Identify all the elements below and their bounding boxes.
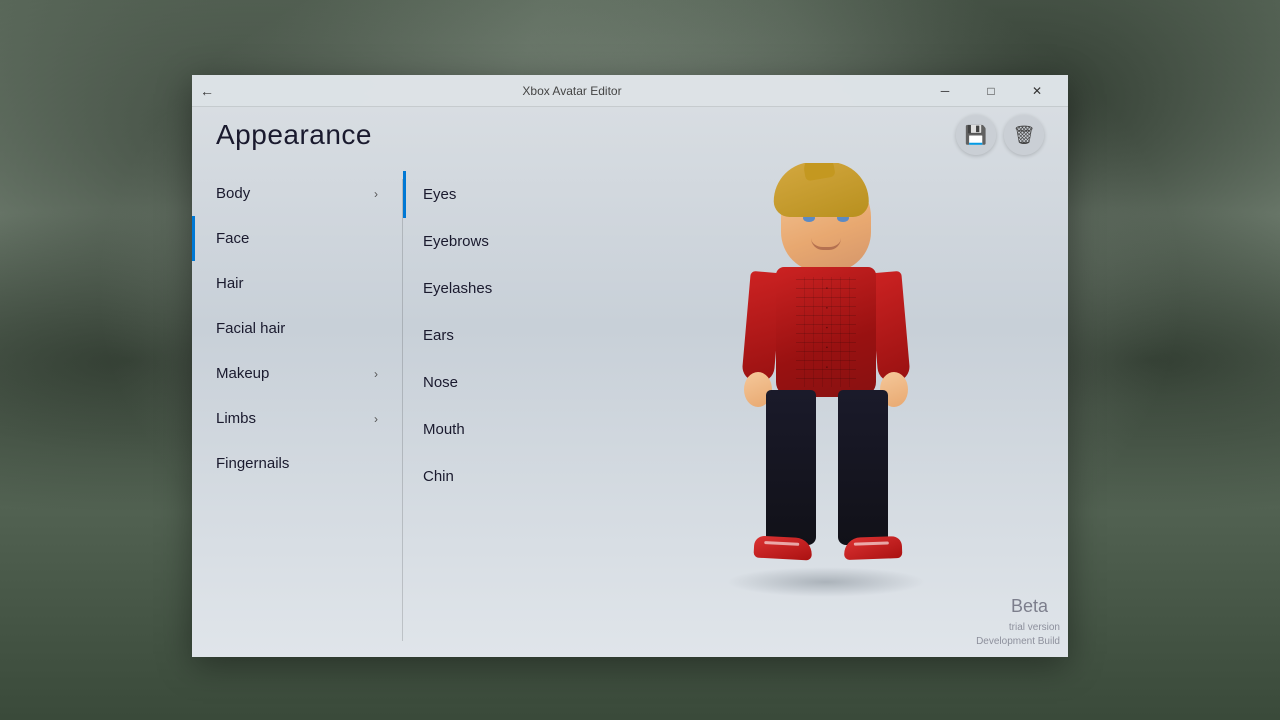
main-area: Body › Face Hair Facial hair Makeup › Li [192,163,1068,657]
submenu-item-label: Nose [423,374,458,391]
beta-label: Beta [1011,596,1048,617]
submenu-item-label: Ears [423,327,454,344]
submenu-item-chin[interactable]: Chin [403,453,583,500]
app-header: Appearance 💾 🗑 [192,107,1068,163]
avatar-preview: Beta trial version Development Build [583,163,1068,657]
sidebar-item-label: Makeup [216,365,269,382]
sidebar-item-fingernails[interactable]: Fingernails [192,441,402,486]
submenu-item-mouth[interactable]: Mouth [403,406,583,453]
chevron-right-icon: › [374,187,378,201]
window-title: Xbox Avatar Editor [222,84,922,98]
close-button[interactable]: ✕ [1014,75,1060,107]
trial-label: trial version Development Build [976,621,1060,649]
submenu-item-label: Eyelashes [423,280,492,297]
sidebar-item-label: Limbs [216,410,256,427]
save-button[interactable]: 💾 [956,115,996,155]
submenu-item-label: Eyes [423,186,456,203]
back-button[interactable]: ← [200,83,214,99]
title-bar: ← Xbox Avatar Editor ─ □ ✕ [192,75,1068,107]
avatar-body [776,267,876,397]
sidebar-item-makeup[interactable]: Makeup › [192,351,402,396]
sidebar-item-face[interactable]: Face [192,216,402,261]
minimize-button[interactable]: ─ [922,75,968,107]
avatar-hair [773,163,868,217]
avatar-pants-left [766,390,816,545]
submenu-item-nose[interactable]: Nose [403,359,583,406]
sidebar-item-label: Face [216,230,249,247]
avatar-shoe-left [753,535,812,560]
sidebar-item-body[interactable]: Body › [192,171,402,216]
avatar-shoe-right [843,536,902,560]
sub-menu: Eyes Eyebrows Eyelashes Ears Nose Mouth [403,163,583,657]
sidebar-item-hair[interactable]: Hair [192,261,402,306]
submenu-item-ears[interactable]: Ears [403,312,583,359]
sidebar-item-label: Hair [216,275,244,292]
window-controls: ─ □ ✕ [922,75,1060,107]
restore-button[interactable]: □ [968,75,1014,107]
delete-button[interactable]: 🗑 [1004,115,1044,155]
submenu-item-label: Chin [423,468,454,485]
chevron-right-icon: › [374,412,378,426]
avatar-pants-right [838,390,888,545]
submenu-item-eyes[interactable]: Eyes [403,171,583,218]
app-window: ← Xbox Avatar Editor ─ □ ✕ Appearance 💾 … [192,75,1068,657]
submenu-item-label: Eyebrows [423,233,489,250]
sidebar-item-facial-hair[interactable]: Facial hair [192,306,402,351]
content-area: Appearance 💾 🗑 Body › Face Hair [192,107,1068,657]
header-actions: 💾 🗑 [956,115,1044,155]
sidebar-item-label: Facial hair [216,320,285,337]
avatar-figure [736,172,916,592]
submenu-item-eyebrows[interactable]: Eyebrows [403,218,583,265]
left-menu: Body › Face Hair Facial hair Makeup › Li [192,163,402,657]
page-title: Appearance [216,119,372,151]
avatar-smile [811,238,841,250]
chevron-right-icon: › [374,367,378,381]
sidebar-item-label: Fingernails [216,455,289,472]
submenu-item-label: Mouth [423,421,465,438]
sidebar-item-label: Body [216,185,250,202]
sidebar-item-limbs[interactable]: Limbs › [192,396,402,441]
submenu-item-eyelashes[interactable]: Eyelashes [403,265,583,312]
